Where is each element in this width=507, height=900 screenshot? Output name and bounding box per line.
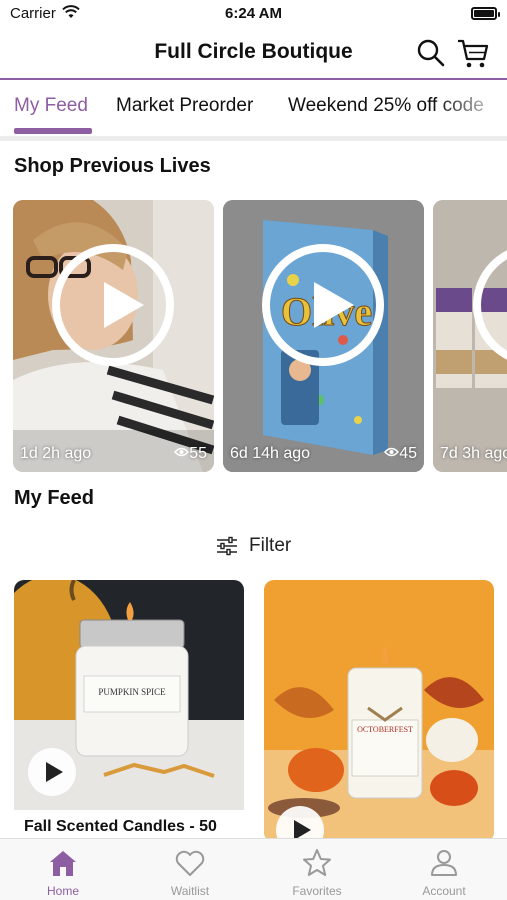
battery-icon [471,7,500,20]
tab-account-label: Account [422,884,466,898]
search-icon[interactable] [416,38,446,68]
tabs-divider [0,136,507,141]
previous-lives-carousel: 1d 2h ago 55 Olive 6d 14h ago 45 7d 3h a… [0,200,507,472]
live-time-ago: 6d 14h ago [230,445,311,462]
tab-my-feed[interactable]: My Feed [14,95,88,117]
live-views-value: 55 [189,445,207,462]
previous-lives-heading: Shop Previous Lives [14,155,211,177]
live-time-ago: 7d 3h ago [440,445,507,462]
play-icon[interactable] [28,748,76,796]
product-title: Fall Scented Candles - 50 [24,818,217,835]
live-view-count: 55 [174,445,207,463]
live-card[interactable]: 7d 3h ago [433,200,507,472]
tab-waitlist[interactable]: Waitlist [127,839,253,900]
clock: 6:24 AM [225,5,282,22]
eye-icon [174,447,190,457]
tab-account[interactable]: Account [381,839,507,900]
feed-item[interactable]: OCTOBERFEST [264,580,494,842]
filter-label: Filter [249,535,292,556]
star-icon [303,849,331,876]
live-view-count: 45 [384,445,417,463]
live-views-value: 45 [399,445,417,462]
product-image: OCTOBERFEST [264,580,494,842]
live-card[interactable]: Olive 6d 14h ago 45 [223,200,424,472]
sliders-icon [217,536,237,556]
tab-home[interactable]: Home [0,839,126,900]
cart-icon[interactable] [456,36,490,70]
tab-home-label: Home [46,884,79,898]
live-time-ago: 1d 2h ago [20,445,92,462]
my-feed-heading: My Feed [14,487,95,509]
live-card[interactable]: 1d 2h ago 55 [13,200,214,472]
app-header: Full Circle Boutique [0,28,507,78]
tab-market-preorder[interactable]: Market Preorder [116,95,253,117]
active-tab-indicator [14,128,92,134]
play-icon [262,244,384,366]
filter-button[interactable]: Filter [0,532,507,562]
bottom-tab-bar: Home Waitlist Favorites Account [0,838,507,900]
jar-label-text: PUMPKIN SPICE [98,687,166,697]
tab-favorites[interactable]: Favorites [254,839,380,900]
eye-icon [384,447,400,457]
category-tabs: My Feed Market Preorder Weekend 25% off … [0,80,507,136]
person-icon [431,850,457,876]
tab-favorites-label: Favorites [292,884,342,898]
jar-label-text: OCTOBERFEST [357,725,413,734]
heart-icon [175,850,205,876]
play-icon [52,244,174,366]
tab-waitlist-label: Waitlist [170,884,210,898]
tabs-fade [437,80,507,136]
status-bar: Carrier 6:24 AM [0,0,507,28]
feed-item[interactable]: PUMPKIN SPICE Fall Scented Candles - 50 [14,580,244,842]
home-icon [50,851,76,876]
